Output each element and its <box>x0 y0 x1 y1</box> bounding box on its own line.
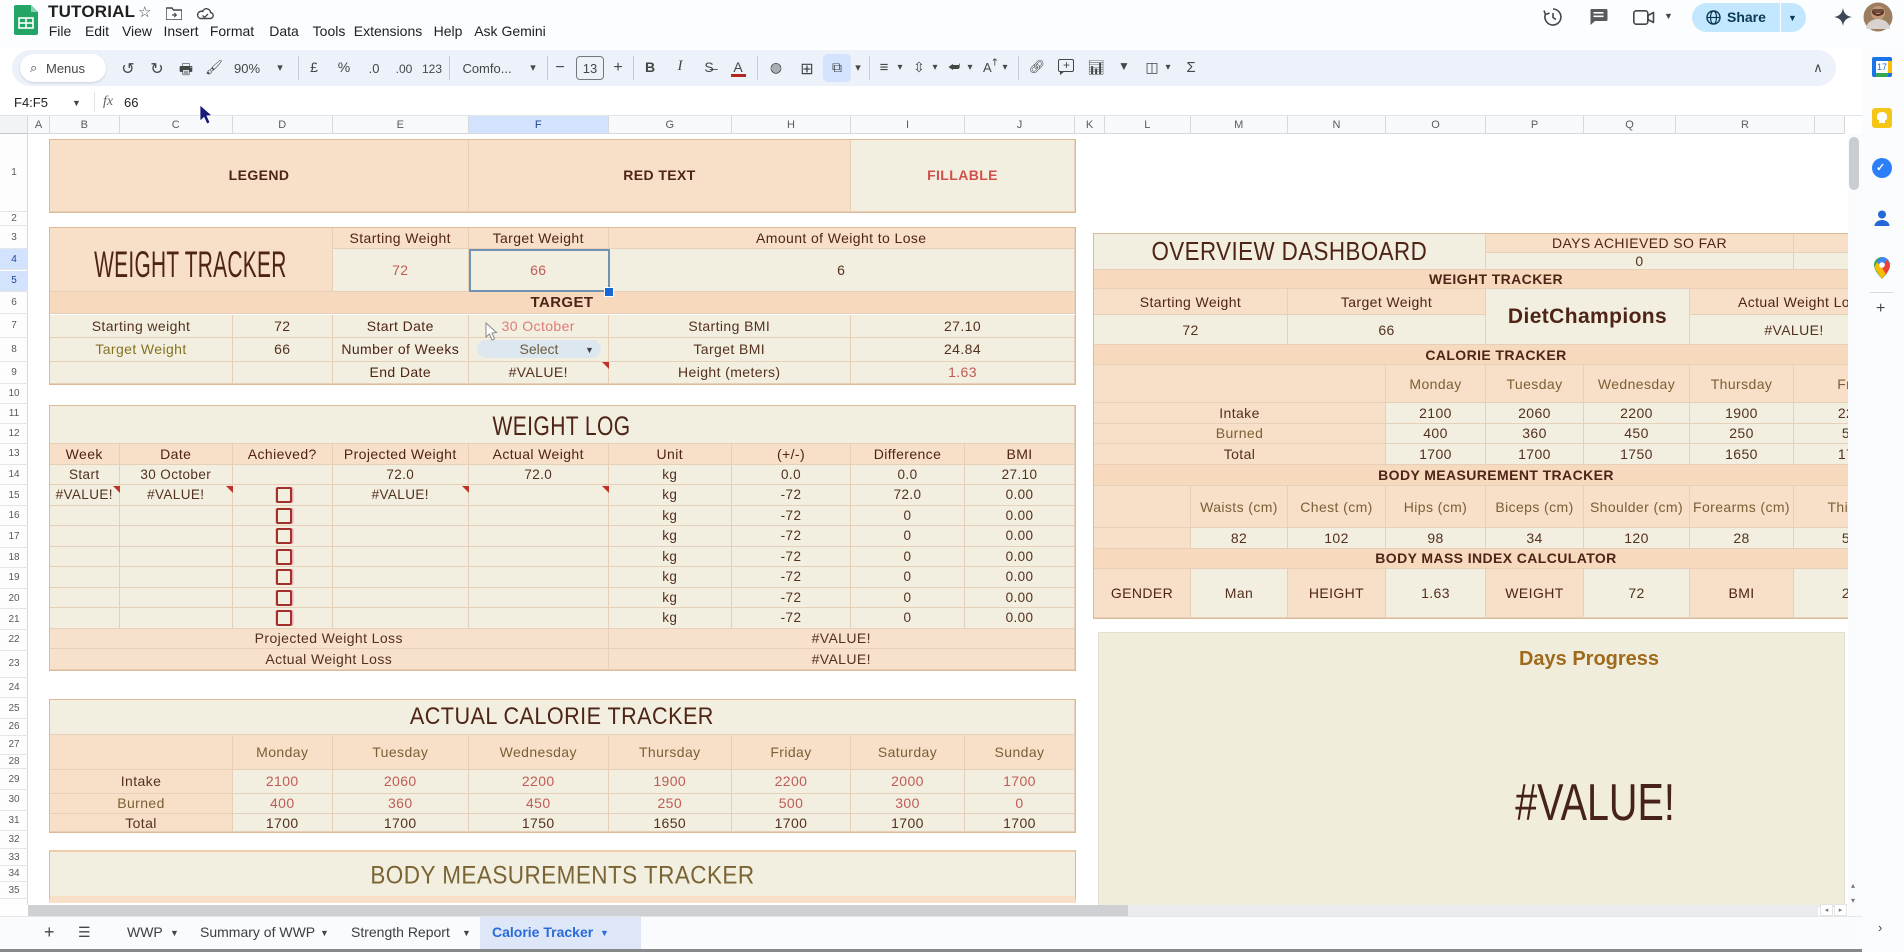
svg-text:17: 17 <box>1877 62 1887 72</box>
